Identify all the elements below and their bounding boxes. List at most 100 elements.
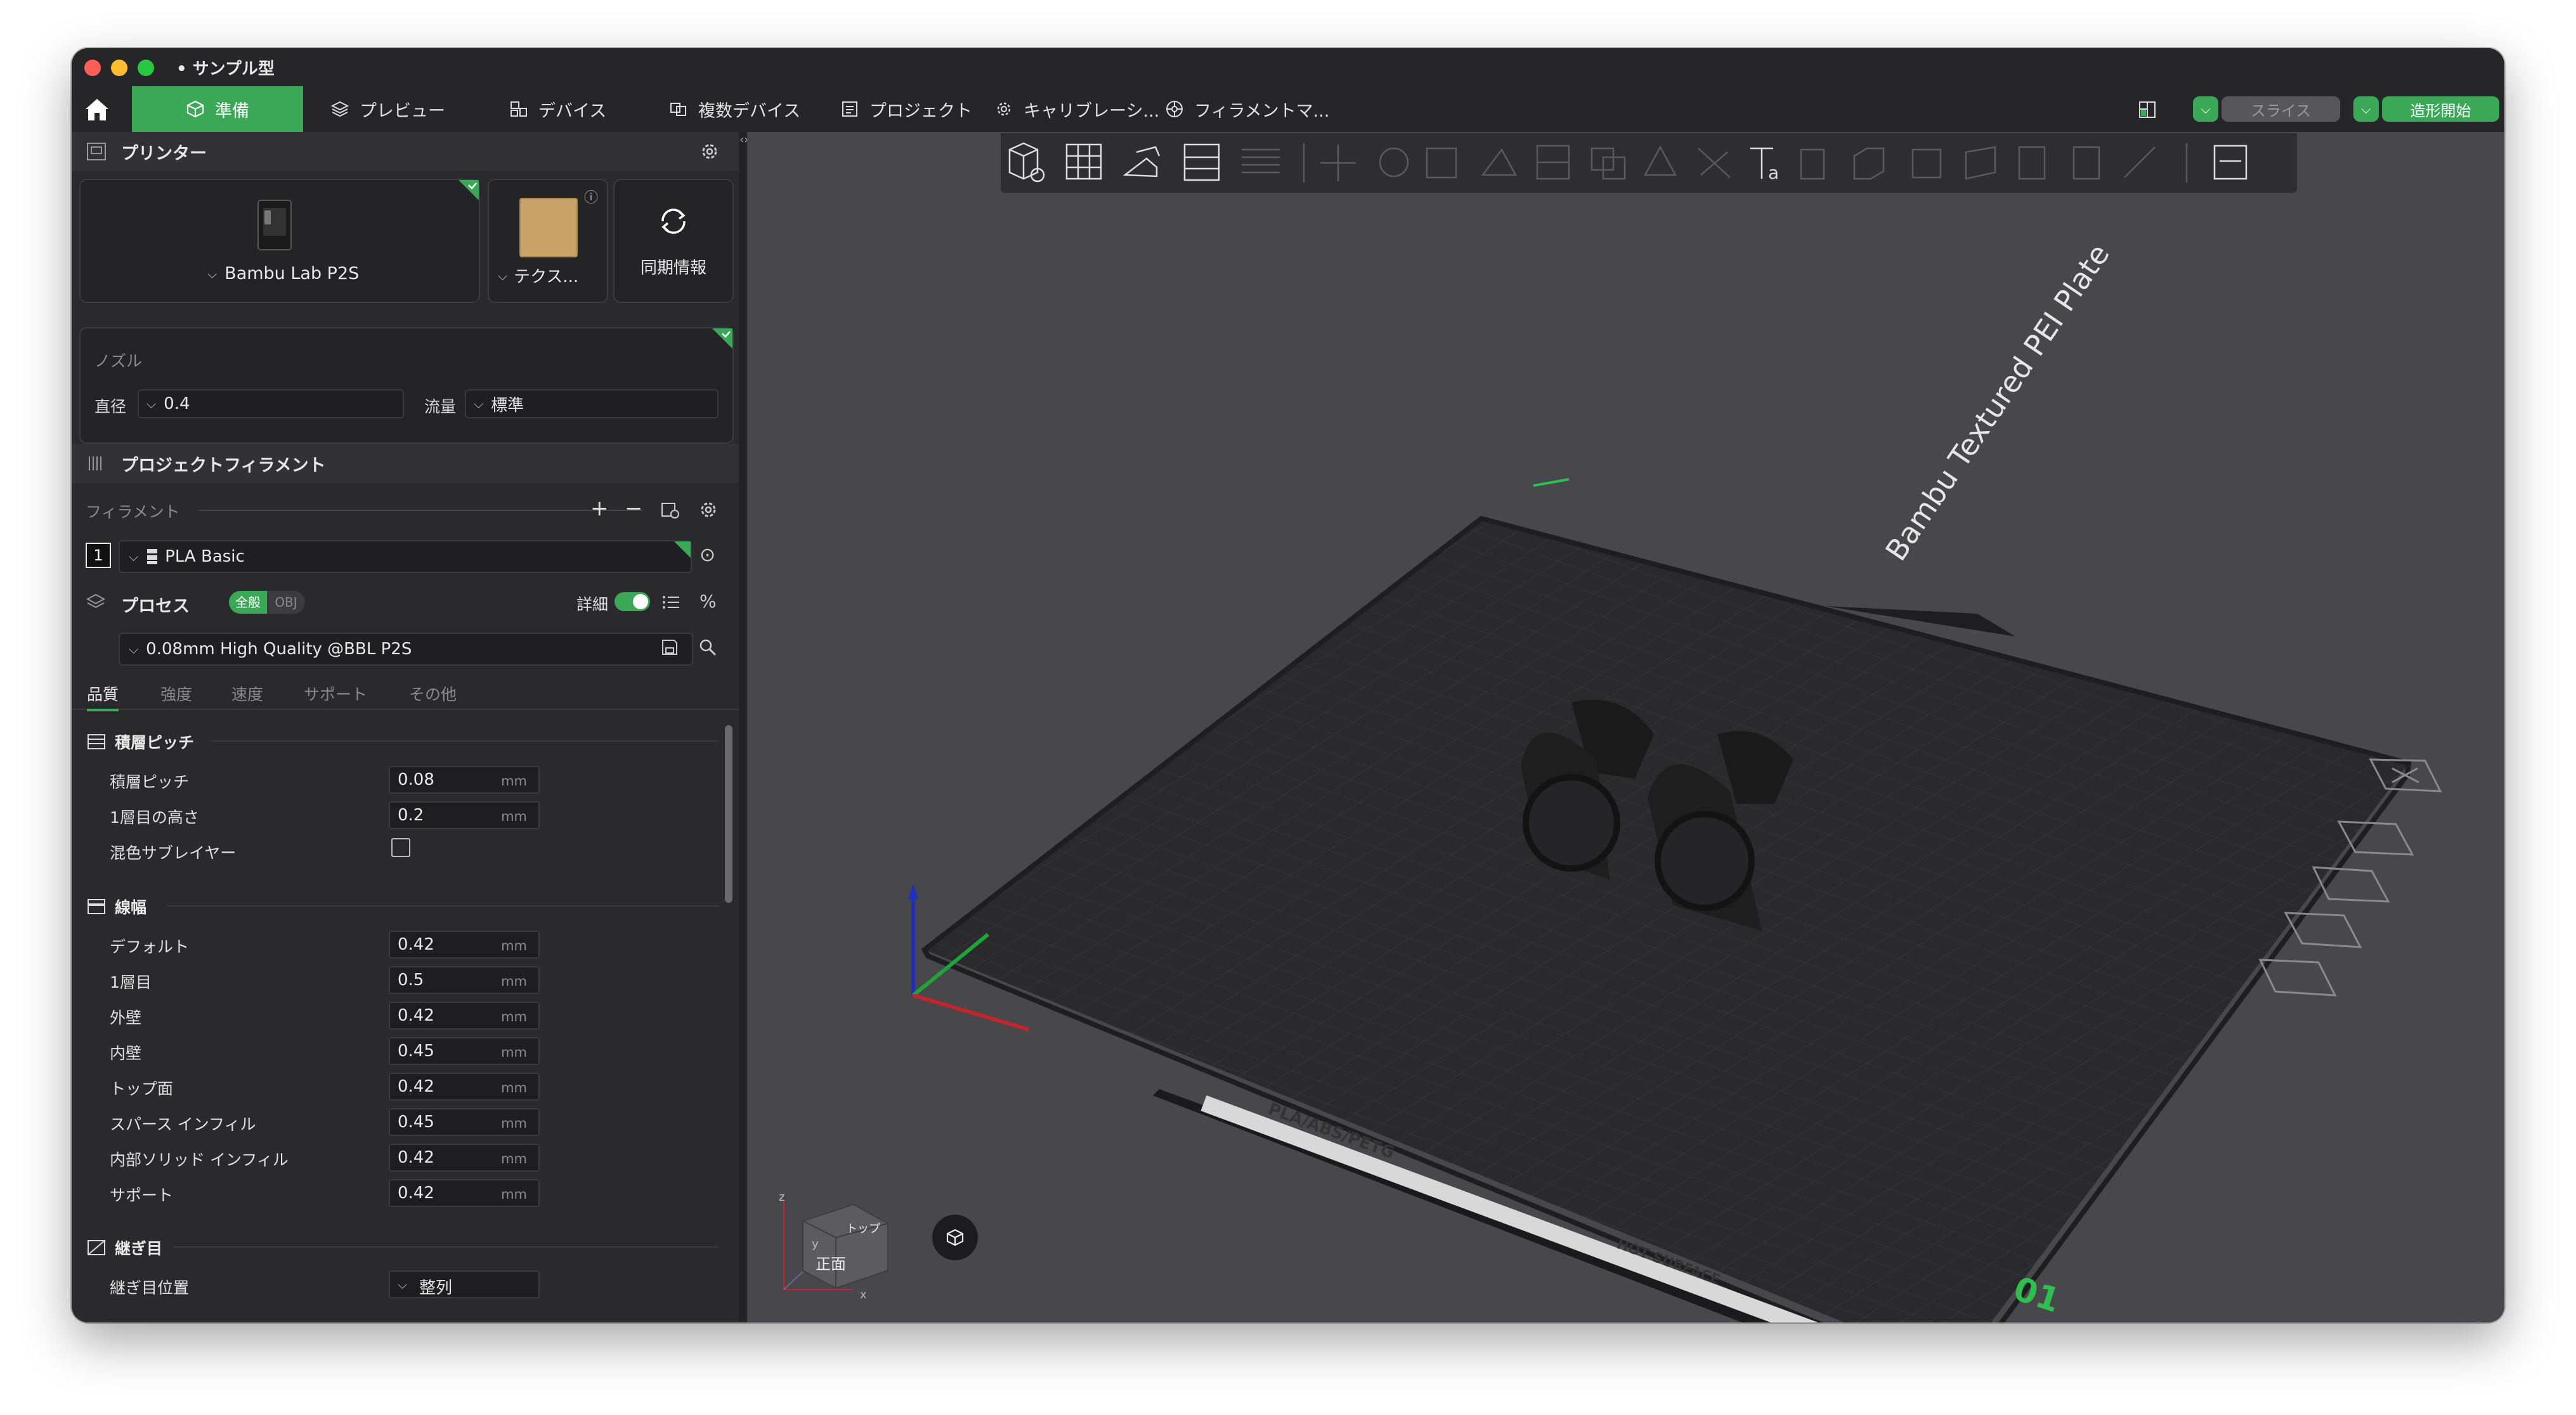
tab-preview[interactable]: プレビュー	[330, 86, 445, 132]
value: 0.5	[398, 971, 424, 990]
seam-group: 継ぎ目	[87, 1236, 162, 1259]
view-cube[interactable]: 正面 トップ z y x	[765, 1182, 892, 1302]
width-default-input[interactable]: 0.42 mm	[389, 931, 540, 959]
camera-reset-icon	[946, 1229, 964, 1246]
divider	[211, 740, 719, 742]
axis-y-label: y	[812, 1237, 819, 1251]
diameter-label: 直径	[94, 397, 127, 416]
reset-view-button[interactable]	[932, 1215, 978, 1260]
3d-viewport[interactable]: a Bambu Textured PEI Plate PLA/ABS/PETG …	[747, 132, 2504, 1322]
nozzle-diameter-select[interactable]: ⌵ 0.4	[138, 389, 404, 418]
tab-label: 複数デバイス	[698, 101, 801, 121]
filament-slot-number: 1	[86, 543, 111, 568]
printer-icon	[87, 143, 106, 160]
printer-selector[interactable]: ⌵ Bambu Lab P2S	[79, 179, 480, 303]
process-preset-select[interactable]: ⌵ 0.08mm High Quality @BBL P2S	[119, 633, 693, 666]
unit: mm	[501, 1151, 527, 1166]
unit: mm	[501, 1187, 527, 1202]
corner-check-icon	[712, 328, 732, 349]
settings-scrollbar[interactable]	[725, 725, 732, 903]
add-filament-icon[interactable]: +	[590, 496, 609, 521]
width-first-layer-input[interactable]: 0.5 mm	[389, 966, 540, 994]
first-layer-height-label: 1層目の高さ	[110, 808, 199, 827]
chevron-down-icon: ⌵	[129, 642, 139, 657]
width-outer-wall-input[interactable]: 0.42 mm	[389, 1002, 540, 1030]
subtab-support[interactable]: サポート	[304, 682, 367, 705]
nozzle-flow-select[interactable]: ⌵ 標準	[465, 389, 719, 418]
percent-icon[interactable]: %	[699, 591, 717, 612]
plate-grid	[925, 519, 2409, 1322]
line-width-group: 線幅	[87, 895, 146, 918]
printer-header-label: プリンター	[121, 143, 207, 164]
width-top-surface-input[interactable]: 0.42 mm	[389, 1073, 540, 1101]
filament-sync-icon[interactable]	[660, 501, 680, 520]
filament-sublabel: フィラメント	[86, 503, 180, 521]
build-plate	[921, 515, 2412, 1322]
tab-prepare[interactable]: 準備	[132, 86, 303, 132]
main-toolbar: 準備 プレビュー デバイス 複数デバイス プロジェクト キャリブレーシ... フ…	[72, 86, 2504, 133]
layer-height-group: 積層ピッチ	[87, 730, 194, 753]
divider	[167, 905, 719, 907]
filament-select[interactable]: ⌵ PLA Basic	[119, 540, 692, 573]
close-window-button[interactable]	[84, 60, 101, 76]
plate-settings-icon[interactable]	[2258, 959, 2337, 997]
corner-check-icon	[674, 541, 691, 558]
unit: mm	[501, 1009, 527, 1024]
sync-label: 同期情報	[640, 259, 706, 278]
plate-selector[interactable]: ⓘ ⌵ テクス...	[488, 179, 608, 303]
sync-info-button[interactable]: 同期情報	[613, 179, 734, 303]
search-icon[interactable]	[698, 638, 717, 657]
print-options-dropdown[interactable]: ⌵	[2353, 96, 2379, 122]
chevron-down-icon: ⌵	[146, 396, 157, 411]
width-label: 外壁	[110, 1009, 142, 1027]
process-subtabs: 品質 強度 速度 サポート その他	[72, 677, 739, 711]
save-icon[interactable]	[660, 638, 679, 657]
list-icon[interactable]	[661, 592, 682, 612]
detail-toggle[interactable]	[615, 592, 650, 611]
width-sparse-infill-input[interactable]: 0.45 mm	[389, 1108, 540, 1136]
first-layer-height-input[interactable]: 0.2 mm	[389, 801, 540, 829]
subtab-speed[interactable]: 速度	[231, 682, 263, 705]
home-icon[interactable]	[83, 95, 111, 123]
process-global-badge[interactable]: 全般	[229, 591, 267, 614]
mix-sublayer-label: 混色サブレイヤー	[110, 844, 237, 862]
info-icon[interactable]: ⓘ	[584, 186, 598, 207]
minimize-window-button[interactable]	[111, 60, 127, 76]
gear-icon[interactable]	[699, 141, 720, 162]
subtab-others[interactable]: その他	[409, 682, 457, 705]
process-object-badge[interactable]: OBJ	[267, 591, 305, 614]
mix-sublayer-checkbox[interactable]	[391, 838, 410, 857]
width-support-input[interactable]: 0.42 mm	[389, 1179, 540, 1207]
build-plate-scene: Bambu Textured PEI Plate PLA/ABS/PETG HO…	[908, 238, 2442, 1322]
width-inner-wall-input[interactable]: 0.45 mm	[389, 1037, 540, 1065]
panel-splitter[interactable]: ‹›	[739, 132, 748, 1322]
subtab-quality[interactable]: 品質	[87, 682, 119, 711]
tab-project[interactable]: プロジェクト	[840, 86, 972, 132]
tab-calibration[interactable]: キャリブレーシ...	[994, 86, 1159, 132]
tab-label: プレビュー	[360, 101, 445, 121]
slice-button[interactable]: スライス	[2221, 96, 2340, 122]
layer-height-input[interactable]: 0.08 mm	[389, 766, 540, 794]
line-width-icon	[88, 899, 105, 914]
lock-plate-icon[interactable]	[2284, 912, 2362, 948]
print-button[interactable]: 造形開始	[2382, 96, 2499, 122]
gear-icon[interactable]	[698, 500, 719, 520]
value: 0.42	[398, 1006, 434, 1025]
layer-height-icon	[88, 734, 105, 749]
tab-filament-manager[interactable]: フィラメントマ...	[1165, 86, 1329, 132]
tab-multi-device[interactable]: 複数デバイス	[669, 86, 800, 132]
slice-options-dropdown[interactable]: ⌵	[2193, 96, 2218, 122]
value: 0.42	[398, 1148, 434, 1167]
layout-icon[interactable]	[2138, 100, 2157, 119]
remove-filament-icon[interactable]: −	[625, 496, 643, 521]
width-internal-solid-infill-input[interactable]: 0.42 mm	[389, 1144, 540, 1172]
zoom-window-button[interactable]	[138, 60, 154, 76]
subtab-strength[interactable]: 強度	[160, 682, 192, 705]
tab-device[interactable]: デバイス	[509, 86, 606, 132]
process-header: プロセス 全般 OBJ 詳細 %	[72, 583, 739, 621]
chevron-down-icon: ⌵	[2361, 101, 2371, 117]
seam-position-select[interactable]: ⌵ 整列	[389, 1270, 540, 1298]
filament-icon	[89, 456, 101, 470]
flow-label: 流量	[424, 397, 457, 416]
more-options-icon[interactable]: ⊙	[699, 544, 715, 566]
